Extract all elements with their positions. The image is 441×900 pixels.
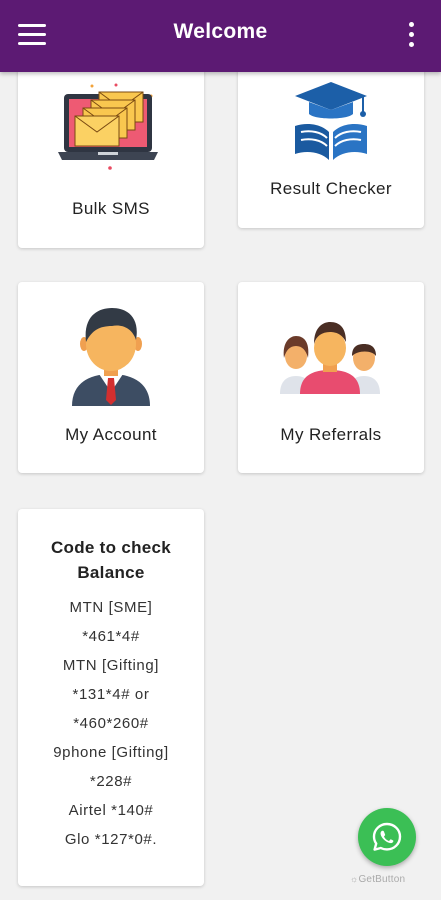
graduation-book-icon [295,82,367,160]
result-checker-label: Result Checker [270,179,392,198]
balance-code: MTN [SME] [69,599,153,616]
my-account-card[interactable]: My Account [18,282,204,473]
page-title: Welcome [173,20,268,43]
whatsapp-button[interactable] [358,808,416,866]
getbutton-watermark: ☼GetButton [350,874,405,885]
balance-code-list: MTN [SME] *461*4# MTN [Gifting] *131*4# … [18,593,204,854]
envelopes-laptop-icon [58,83,158,170]
balance-code: *228# [89,773,133,790]
getbutton-label: GetButton [358,874,406,885]
balance-code: *460*260# [73,715,149,732]
balance-code: *131*4# or [72,686,150,703]
bulk-sms-label: Bulk SMS [72,199,150,218]
balance-title: Code to check Balance [50,538,172,582]
app-bar: Welcome [0,0,441,72]
balance-code: 9phone [Gifting] [53,744,169,761]
my-referrals-card[interactable]: My Referrals [238,282,424,473]
more-vertical-icon[interactable] [404,20,418,50]
balance-code: Airtel *140# [68,802,154,819]
balance-code: Glo *127*0#. [64,831,158,848]
bulk-sms-card[interactable]: Bulk SMS [18,60,204,248]
group-people-icon [280,322,380,394]
balance-code: *461*4# [82,628,140,645]
balance-code: MTN [Gifting] [62,657,160,674]
my-account-label: My Account [65,425,157,444]
whatsapp-icon [372,822,402,851]
balance-codes-card: Code to check Balance MTN [SME] *461*4# … [18,509,204,886]
result-checker-card[interactable]: Result Checker [238,60,424,228]
my-referrals-label: My Referrals [280,425,382,444]
businessman-icon [72,308,150,406]
